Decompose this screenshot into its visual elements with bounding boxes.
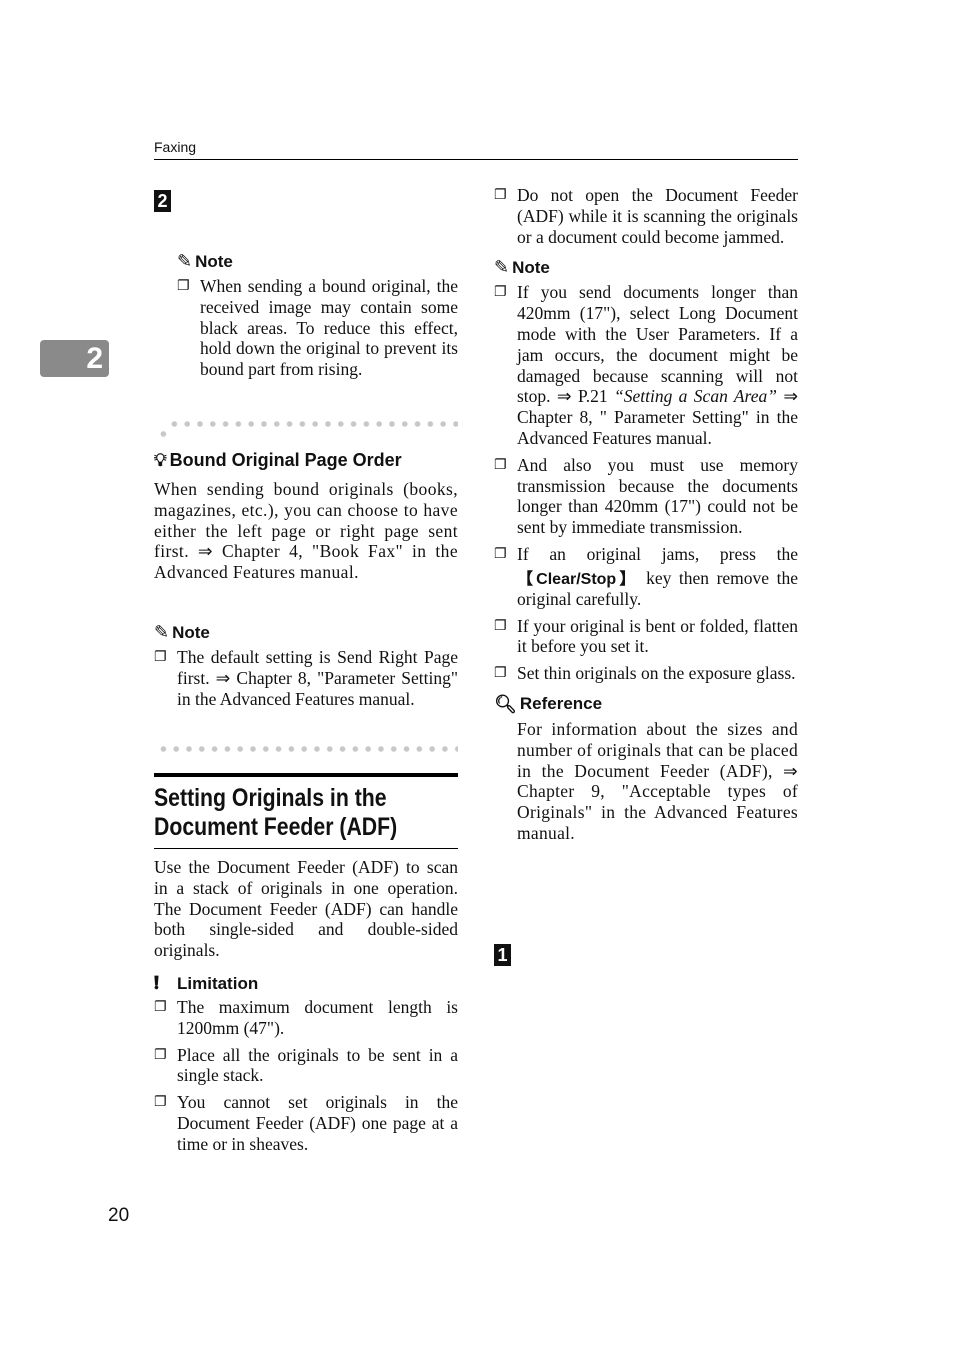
item-text: The maximum document length is 1200mm (4… [177,997,458,1038]
step-number-1: 1 [494,944,511,966]
item-text: Place all the originals to be sent in a … [177,1044,458,1086]
pencil-icon: ✎ [494,257,510,279]
caution-item: ❐ Do not open the Document Feeder (ADF) w… [494,185,798,247]
item-text: The default setting is Send Right Page f… [177,647,458,709]
limitation-item: ❐ Place all the originals to be sent in a… [154,1045,458,1087]
section-title: Setting Originals in the Document Feeder … [154,784,398,841]
note-item: ❐ If your original is bent or folded, fla… [494,616,798,658]
step-number-2: 2 [154,190,171,212]
note-label: Note [172,622,210,642]
note-block-2: ✎ Note ❐ The default setting is Send Right… [154,622,458,715]
checkbox-bullet-icon: ❐ [154,999,167,1015]
item-text: When sending a bound original, the recei… [200,276,458,380]
checkbox-bullet-icon: ❐ [494,456,507,473]
checkbox-bullet-icon: ❐ [494,187,507,203]
note-item: ❐ The default setting is Send Right Page … [154,647,458,709]
limitation-block: ❗︎ Limitation ❐ The maximum document lengt… [154,973,458,1161]
checkbox-bullet-icon: ❐ [494,665,507,682]
checkbox-bullet-icon: ❐ [177,278,190,294]
item-text: If your original is bent or folded, flat… [517,615,798,657]
checkbox-bullet-icon: ❐ [494,617,507,634]
chapter-tab: 2 [40,340,109,377]
limitation-item: ❐ The maximum document length is 1200mm (… [154,997,458,1039]
section-rule-top [154,773,458,777]
item-text: Set thin originals on the exposure glass… [517,663,796,684]
header-rule [154,159,798,160]
tip-body: When sending bound originals (books, mag… [154,479,458,583]
pencil-icon: ✎ [154,622,170,643]
checkbox-bullet-icon: ❐ [494,284,507,301]
tip-title: Bound Original Page Order [169,450,402,470]
checkbox-bullet-icon: ❐ [154,1094,167,1111]
item-text: You cannot set originals in the Document… [177,1092,458,1154]
dotted-divider [157,746,458,752]
note-item: ❐ If you send documents longer than 420mm… [494,282,798,448]
page-number: 20 [108,1205,130,1226]
limitation-item: ❐ You cannot set originals in the Documen… [154,1092,458,1154]
pencil-icon: ✎ [177,251,193,272]
reference-label: Reference [519,694,603,714]
dotted-divider-curve [157,431,169,437]
note-block-1: ✎ Note ❐ When sending a bound original, th… [177,251,458,386]
clear-stop-key: 【Clear/Stop】 [517,570,639,588]
reference-body: For information about the sizes and numb… [517,718,798,843]
note-item: ❐ When sending a bound original, the rece… [177,276,458,380]
link-setting-scan-area[interactable]: “Setting a Scan Area” [614,386,777,406]
note-item: ❐ If an original jams, press the 【Clear/S… [494,543,798,609]
lightbulb-icon: 💡︎ [154,450,167,471]
tip-block: 💡︎ Bound Original Page Order When sending… [154,450,458,583]
right-column: ❐ Do not open the Document Feeder (ADF) w… [494,185,798,844]
checkbox-bullet-icon: ❐ [154,1046,167,1063]
section-rule-bottom [154,848,458,849]
dotted-divider [168,421,458,427]
checkbox-bullet-icon: ❐ [154,649,167,665]
exclamation-icon: ❗︎ [154,973,159,994]
note-label: Note [512,257,550,277]
section-body: Use the Document Feeder (ADF) to scan in… [154,857,458,961]
running-header: Faxing [154,139,197,155]
item-text: And also you must use memory transmissio… [517,454,798,538]
limitation-label: Limitation [177,973,259,993]
item-text: Do not open the Document Feeder (ADF) wh… [517,185,798,247]
checkbox-bullet-icon: ❐ [494,545,507,562]
note-item: ❐ And also you must use memory transmissi… [494,455,798,538]
magnifier-icon: 🔍︎ [494,693,517,715]
note-item: ❐ Set thin originals on the exposure glas… [494,663,798,684]
note-label: Note [195,251,233,271]
